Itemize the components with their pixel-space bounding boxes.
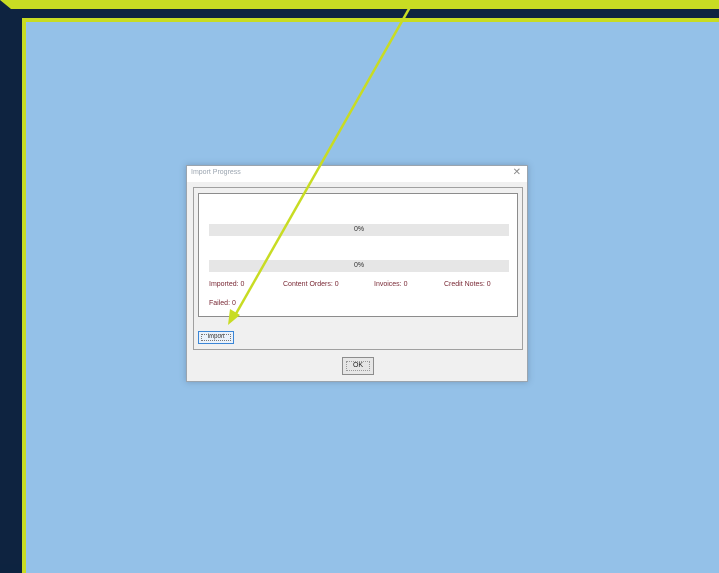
- title-bar[interactable]: Import Progress ✕: [187, 166, 527, 182]
- imported-count: Imported: 0: [209, 281, 245, 288]
- progress-label-1: 0%: [353, 226, 365, 233]
- import-progress-dialog: Import Progress ✕ 0% 0% Imported: 0 Cont…: [186, 165, 528, 382]
- close-icon[interactable]: ✕: [513, 167, 521, 178]
- content-orders-count: Content Orders: 0: [283, 281, 339, 288]
- progress-bar-2: 0%: [209, 260, 509, 272]
- import-button[interactable]: Import: [198, 331, 234, 344]
- content-group: 0% 0% Imported: 0 Content Orders: 0 Invo…: [193, 187, 523, 350]
- credit-notes-count: Credit Notes: 0: [444, 281, 491, 288]
- ok-button[interactable]: OK: [342, 357, 374, 375]
- progress-label-2: 0%: [353, 262, 365, 269]
- invoices-count: Invoices: 0: [374, 281, 408, 288]
- progress-bar-1: 0%: [209, 224, 509, 236]
- progress-panel: 0% 0% Imported: 0 Content Orders: 0 Invo…: [198, 193, 518, 317]
- window-title: Import Progress: [191, 169, 241, 176]
- failed-count: Failed: 0: [209, 300, 236, 307]
